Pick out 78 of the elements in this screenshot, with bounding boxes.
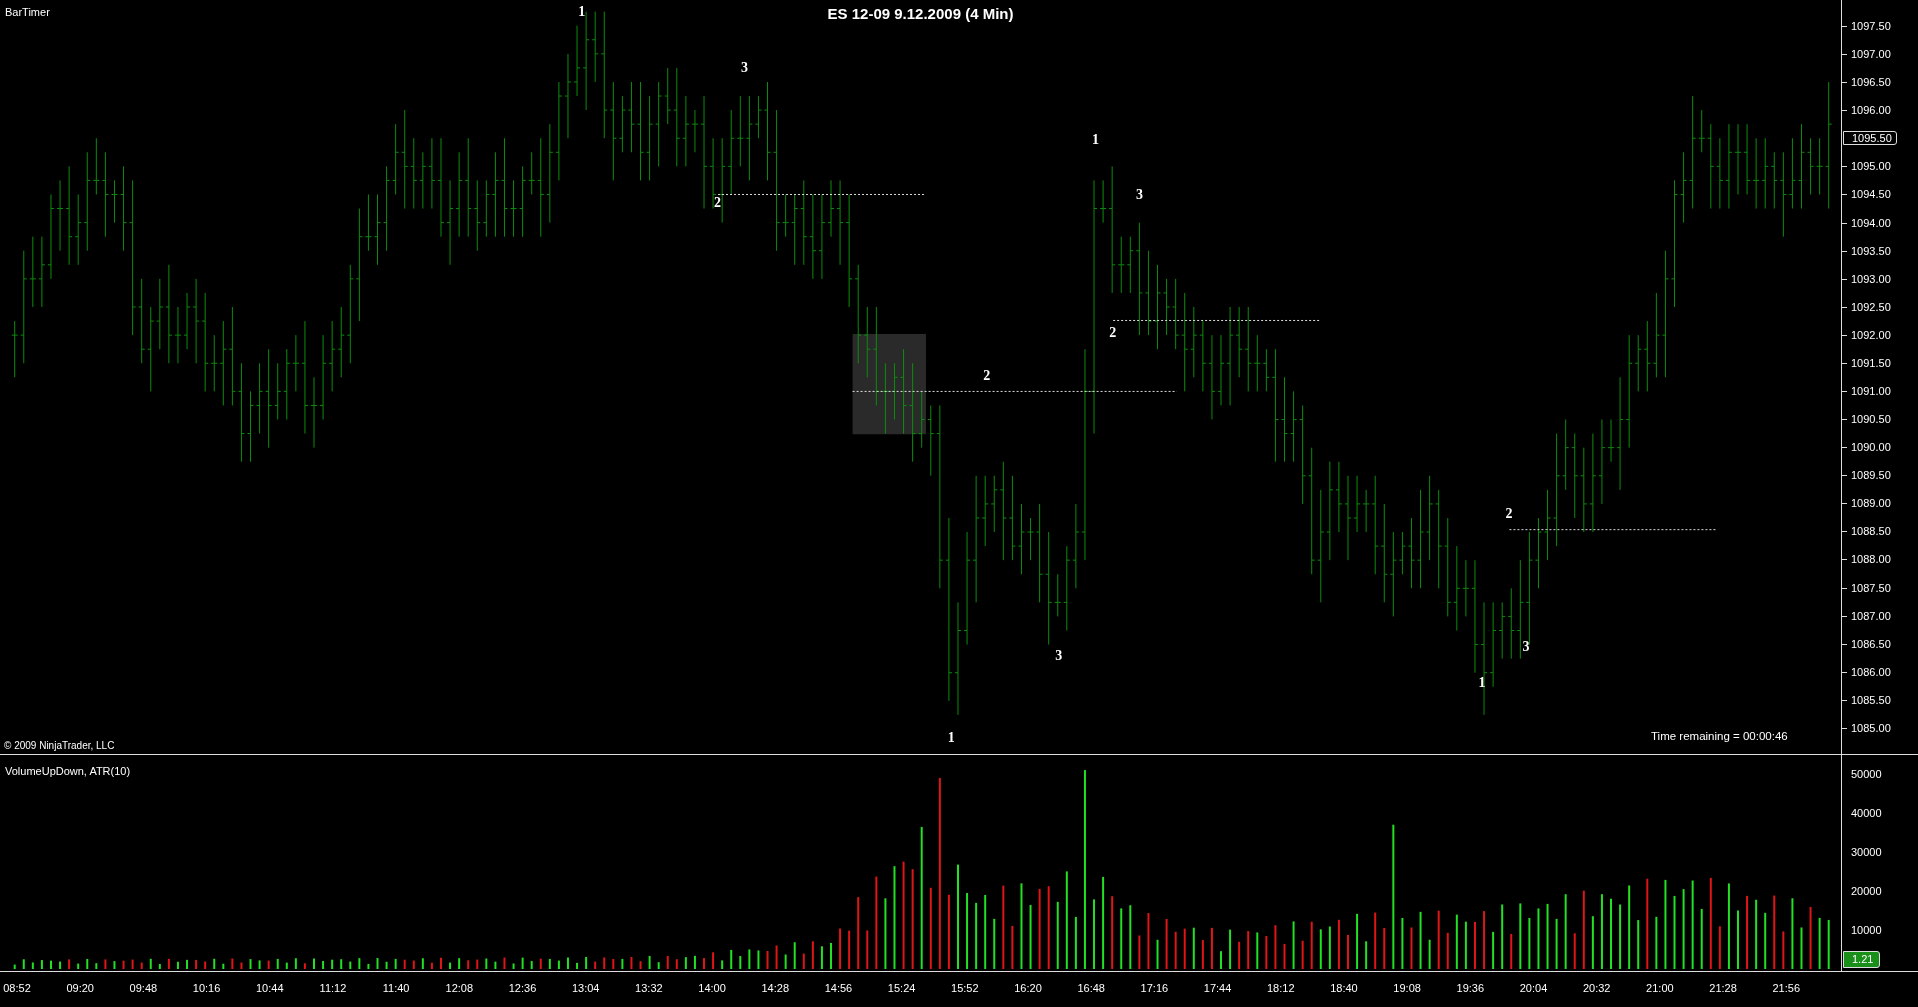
time-tick-label: 12:08 bbox=[444, 982, 475, 996]
swing-label: 3 bbox=[1522, 639, 1530, 656]
last-price-tag: 1095.50 bbox=[1843, 131, 1897, 146]
swing-label: 1 bbox=[1092, 131, 1099, 148]
time-tick-label: 14:56 bbox=[823, 982, 854, 996]
swing-label: 3 bbox=[1055, 647, 1063, 664]
price-tick-label: 1085.00 bbox=[1842, 720, 1918, 735]
price-tick-label: 1085.50 bbox=[1842, 692, 1918, 707]
swing-label: 2 bbox=[714, 195, 721, 212]
time-tick-label: 18:12 bbox=[1266, 982, 1296, 996]
time-tick-label: 15:52 bbox=[950, 982, 980, 996]
price-tick-label: 1091.00 bbox=[1842, 384, 1918, 398]
time-tick-label: 20:04 bbox=[1518, 982, 1549, 996]
time-tick-label: 21:56 bbox=[1771, 982, 1801, 996]
price-tick-label: 1090.00 bbox=[1842, 440, 1918, 455]
swing-label: 1 bbox=[947, 729, 955, 746]
price-tick-label: 1089.00 bbox=[1842, 496, 1918, 511]
copyright-text: © 2009 NinjaTrader, LLC bbox=[4, 740, 115, 751]
price-tick-label: 1096.00 bbox=[1842, 103, 1918, 118]
price-tick-label: 1097.50 bbox=[1842, 19, 1918, 33]
time-tick-label: 18:40 bbox=[1329, 982, 1359, 996]
swing-label: 1 bbox=[578, 4, 586, 21]
volume-tick-label: 30000 bbox=[1850, 845, 1883, 859]
time-tick-label: 14:00 bbox=[697, 982, 727, 996]
price-tick-label: 1090.50 bbox=[1842, 412, 1918, 427]
time-tick-label: 13:04 bbox=[570, 982, 601, 996]
price-tick-label: 1093.00 bbox=[1842, 271, 1918, 286]
time-tick-label: 11:40 bbox=[381, 982, 411, 996]
swing-label: 2 bbox=[983, 367, 991, 384]
chart-title: ES 12-09 9.12.2009 (4 Min) bbox=[827, 5, 1014, 22]
price-tick-label: 1096.50 bbox=[1842, 75, 1918, 90]
time-tick-label: 17:44 bbox=[1202, 982, 1233, 996]
time-tick-label: 16:20 bbox=[1013, 982, 1043, 996]
time-tick-label: 21:00 bbox=[1645, 982, 1675, 996]
volume-tick-label: 40000 bbox=[1850, 806, 1883, 820]
swing-label: 3 bbox=[740, 59, 748, 76]
price-tick-label: 1091.50 bbox=[1842, 355, 1918, 370]
time-tick-label: 19:36 bbox=[1455, 982, 1486, 996]
volume-tick-label: 20000 bbox=[1850, 884, 1883, 898]
swing-label: 2 bbox=[1505, 505, 1513, 522]
time-remaining-text: Time remaining = 00:00:46 bbox=[1651, 730, 1788, 742]
time-tick-label: 20:32 bbox=[1581, 982, 1612, 996]
time-tick-label: 19:08 bbox=[1392, 982, 1422, 996]
price-tick-label: 1089.50 bbox=[1842, 468, 1918, 483]
price-tick-label: 1088.00 bbox=[1842, 552, 1918, 567]
swing-label: 3 bbox=[1136, 186, 1144, 203]
time-tick-label: 09:20 bbox=[65, 982, 95, 996]
time-tick-label: 21:28 bbox=[1708, 982, 1738, 996]
time-tick-label: 15:24 bbox=[886, 982, 917, 996]
price-tick-label: 1094.50 bbox=[1842, 187, 1918, 202]
indicator-label: BarTimer bbox=[5, 6, 50, 18]
time-tick-label: 10:16 bbox=[191, 982, 222, 996]
price-tick-label: 1086.50 bbox=[1842, 636, 1918, 651]
price-tick-label: 1086.00 bbox=[1842, 664, 1918, 679]
volume-tick-label: 10000 bbox=[1850, 923, 1883, 937]
time-tick-label: 12:36 bbox=[507, 982, 538, 996]
time-tick-label: 17:16 bbox=[1139, 982, 1170, 996]
price-tick-label: 1092.00 bbox=[1842, 327, 1918, 342]
time-tick-label: 16:48 bbox=[1076, 982, 1106, 996]
price-tick-label: 1097.00 bbox=[1842, 47, 1918, 62]
time-tick-label: 08:52 bbox=[2, 982, 32, 996]
price-tick-label: 1087.00 bbox=[1842, 608, 1918, 623]
volume-tick-label: 50000 bbox=[1850, 767, 1883, 781]
price-tick-label: 1094.00 bbox=[1842, 215, 1918, 230]
swing-label: 1 bbox=[1478, 674, 1486, 691]
price-tick-label: 1092.50 bbox=[1842, 299, 1918, 314]
price-tick-label: 1095.00 bbox=[1842, 159, 1918, 174]
price-tick-label: 1087.50 bbox=[1842, 580, 1918, 595]
time-tick-label: 09:48 bbox=[128, 982, 159, 996]
time-tick-label: 13:32 bbox=[634, 982, 664, 996]
time-tick-label: 14:28 bbox=[760, 982, 790, 996]
time-tick-label: 10:44 bbox=[255, 982, 285, 996]
swing-label: 2 bbox=[1109, 324, 1117, 341]
price-tick-label: 1088.50 bbox=[1842, 524, 1918, 539]
atr-value-tag: 1.21 bbox=[1843, 951, 1881, 968]
time-tick-label: 11:12 bbox=[318, 982, 348, 996]
indicator-label: VolumeUpDown, ATR(10) bbox=[5, 765, 131, 777]
price-tick-label: 1093.50 bbox=[1842, 243, 1918, 258]
